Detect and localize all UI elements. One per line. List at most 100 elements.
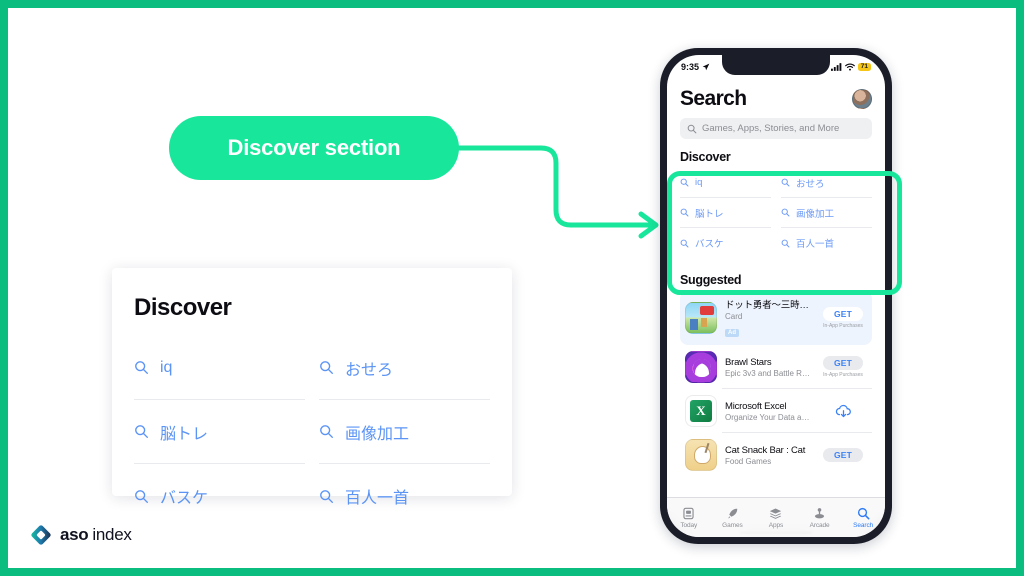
today-icon xyxy=(683,507,694,519)
page-title: Search xyxy=(680,87,747,110)
get-button[interactable]: GET xyxy=(822,356,864,370)
cloud-download-icon[interactable] xyxy=(835,404,852,419)
stack-icon xyxy=(770,507,782,519)
tab-today-label: Today xyxy=(680,521,698,529)
search-icon xyxy=(680,208,689,217)
discover-card-terms: iq おせろ 脳トレ 画像加工 バスケ 百人一首 xyxy=(134,336,490,528)
phone-discover-term[interactable]: 百人一首 xyxy=(781,228,872,258)
status-bar-left: 9:35 xyxy=(681,62,710,72)
search-icon xyxy=(135,489,149,503)
app-meta: Brawl Stars Epic 3v3 and Battle Royale xyxy=(725,357,811,378)
search-icon xyxy=(320,361,334,375)
app-action-group: GET xyxy=(819,448,867,462)
callout-pill: Discover section xyxy=(169,116,459,180)
phone-discover-term[interactable]: おせろ xyxy=(781,168,872,198)
get-button[interactable]: GET xyxy=(822,307,864,321)
phone-discover-term-label: 脳トレ xyxy=(695,208,724,220)
phone-discover-term[interactable]: iq xyxy=(680,168,771,198)
discover-term[interactable]: 画像加工 xyxy=(319,400,490,464)
app-list-item[interactable]: Cat Snack Bar : Cat Food Games GET xyxy=(680,433,872,477)
tab-games[interactable]: Games xyxy=(711,507,755,529)
tab-arcade-label: Arcade xyxy=(809,521,830,529)
phone-discover-term-label: 画像加工 xyxy=(796,208,835,220)
in-app-purchases-note: In-App Purchases xyxy=(823,322,863,329)
phone-suggested-section: Suggested ドット勇者～三時のおや… Card Ad GET In-Ap… xyxy=(667,270,885,477)
discover-term[interactable]: 脳トレ xyxy=(134,400,305,464)
tab-apps[interactable]: Apps xyxy=(754,507,798,529)
discover-term-label: 脳トレ xyxy=(160,425,209,443)
aso-index-diamond-logo-icon xyxy=(31,525,51,545)
app-name: Brawl Stars xyxy=(725,356,772,368)
location-arrow-icon xyxy=(702,63,710,71)
brawl-stars-app-icon xyxy=(685,351,717,383)
phone-discover-term[interactable]: バスケ xyxy=(680,228,771,258)
phone-discover-term-label: おせろ xyxy=(796,178,825,190)
ad-badge: Ad xyxy=(725,329,739,337)
aso-index-logo: aso index xyxy=(30,524,132,546)
microsoft-excel-app-icon: X xyxy=(685,395,717,427)
phone-discover-terms: iq おせろ 脳トレ 画像加工 バスケ 百人一首 xyxy=(680,168,872,258)
tab-bar: Today Games Apps Arcade Search xyxy=(667,497,885,537)
search-icon xyxy=(781,178,790,187)
search-icon xyxy=(320,489,334,503)
app-action-group: GET In-App Purchases xyxy=(819,356,867,378)
battery-indicator: 71 xyxy=(857,62,871,72)
search-icon xyxy=(680,239,689,247)
search-icon xyxy=(135,425,149,439)
tab-arcade[interactable]: Arcade xyxy=(798,507,842,529)
get-button[interactable]: GET xyxy=(822,448,864,462)
app-list-item[interactable]: X Microsoft Excel Organize Your Data and… xyxy=(680,389,872,433)
discover-term-label: 百人一首 xyxy=(345,490,410,507)
tab-games-label: Games xyxy=(722,521,743,529)
phone-discover-title: Discover xyxy=(680,150,731,164)
search-input-placeholder: Games, Apps, Stories, and More xyxy=(702,123,840,134)
phone-discover-term[interactable]: 画像加工 xyxy=(781,198,872,228)
discover-term[interactable]: iq xyxy=(134,336,305,400)
search-icon xyxy=(687,124,697,133)
phone-discover-term-label: 百人一首 xyxy=(796,239,835,250)
app-action-group xyxy=(819,404,867,419)
phone-discover-term-label: iq xyxy=(695,177,703,188)
connector-arrow xyxy=(448,145,659,239)
search-header: Search Games, Apps, Stories, and More xyxy=(667,79,885,139)
tab-search[interactable]: Search xyxy=(841,507,885,529)
cellular-bars-icon xyxy=(830,63,842,71)
rocket-icon xyxy=(728,508,738,518)
app-subtitle: Card xyxy=(725,312,743,321)
search-title-row: Search xyxy=(680,87,872,111)
app-action-group: GET In-App Purchases xyxy=(819,307,867,329)
logo-brand-light: index xyxy=(92,525,132,544)
logo-brand-bold: aso xyxy=(60,525,89,544)
phone-screen: 9:35 71 Search Games, Apps, Stories, and… xyxy=(667,55,885,537)
app-meta: ドット勇者～三時のおや… Card Ad xyxy=(725,297,811,339)
in-app-purchases-note: In-App Purchases xyxy=(823,371,863,378)
status-bar-right: 71 xyxy=(830,62,871,72)
search-icon xyxy=(320,425,334,439)
discover-term[interactable]: バスケ xyxy=(134,464,305,528)
app-meta: Cat Snack Bar : Cat Food Games xyxy=(725,445,811,466)
search-input[interactable]: Games, Apps, Stories, and More xyxy=(680,118,872,139)
slide-frame: Discover section Discover iq おせろ 脳トレ 画像加… xyxy=(0,0,1024,576)
discover-card-title: Discover xyxy=(134,294,232,321)
app-list-item[interactable]: Brawl Stars Epic 3v3 and Battle Royale G… xyxy=(680,345,872,389)
phone-mockup: 9:35 71 Search Games, Apps, Stories, and… xyxy=(660,48,892,544)
search-icon xyxy=(857,507,870,519)
cat-snack-bar-app-icon xyxy=(685,439,717,471)
search-icon xyxy=(781,208,790,217)
discover-term-label: バスケ xyxy=(160,490,209,507)
phone-discover-term[interactable]: 脳トレ xyxy=(680,198,771,228)
status-bar: 9:35 71 xyxy=(667,55,885,79)
callout-pill-label: Discover section xyxy=(227,135,401,160)
phone-discover-section: Discover iq おせろ 脳トレ 画像加工 バスケ 百人一首 xyxy=(667,139,885,270)
avatar[interactable] xyxy=(852,89,872,109)
app-name: Cat Snack Bar : Cat xyxy=(725,444,806,456)
search-icon xyxy=(680,178,689,187)
discover-term[interactable]: 百人一首 xyxy=(319,464,490,528)
wifi-icon xyxy=(844,63,855,71)
tab-today[interactable]: Today xyxy=(667,507,711,529)
discover-term[interactable]: おせろ xyxy=(319,336,490,400)
tab-apps-label: Apps xyxy=(768,521,784,529)
app-list-item[interactable]: ドット勇者～三時のおや… Card Ad GET In-App Purchase… xyxy=(680,291,872,345)
search-icon xyxy=(135,361,149,375)
status-bar-time: 9:35 xyxy=(681,62,700,72)
